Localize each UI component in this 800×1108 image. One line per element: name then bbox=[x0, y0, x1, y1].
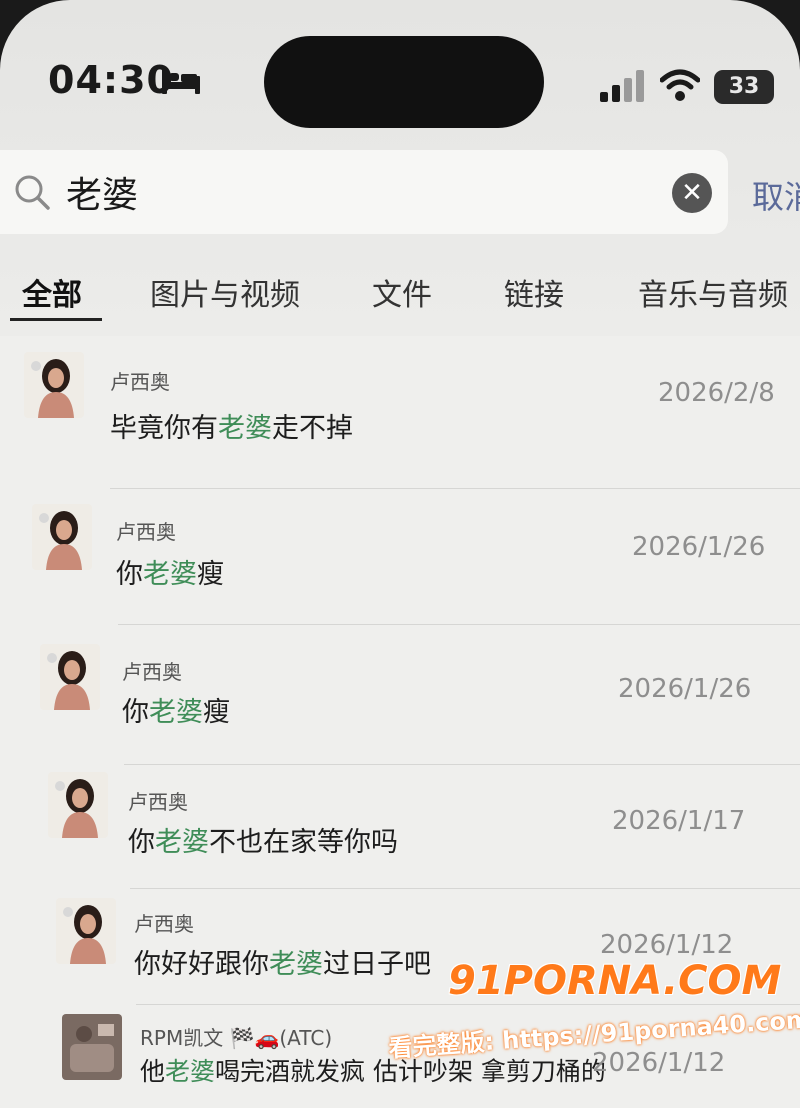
divider bbox=[118, 624, 800, 625]
avatar bbox=[32, 504, 92, 570]
message-date: 2026/2/8 bbox=[658, 378, 775, 408]
cancel-button[interactable]: 取消 bbox=[752, 172, 800, 218]
sender-name: 卢西奥 bbox=[128, 790, 188, 814]
status-time: 04:30 bbox=[48, 58, 174, 102]
sender-name: 卢西奥 bbox=[134, 912, 194, 936]
search-bar bbox=[0, 150, 728, 234]
tab-links[interactable]: 链接 bbox=[504, 270, 564, 314]
sender-name: 卢西奥 bbox=[116, 520, 176, 544]
keyword-highlight: 老婆 bbox=[218, 413, 272, 444]
message-date: 2026/1/26 bbox=[618, 674, 752, 704]
sender-name: 卢西奥 bbox=[122, 660, 182, 684]
battery-indicator: 33 bbox=[714, 70, 774, 104]
cellular-signal-icon bbox=[600, 70, 644, 102]
sender-name: 卢西奥 bbox=[110, 370, 170, 394]
message-date: 2026/1/12 bbox=[600, 930, 734, 960]
message-date: 2026/1/26 bbox=[632, 532, 766, 562]
avatar bbox=[56, 898, 116, 964]
tab-all[interactable]: 全部 bbox=[22, 270, 82, 314]
wifi-icon bbox=[660, 69, 700, 101]
search-input[interactable] bbox=[66, 164, 626, 220]
tab-photos-videos[interactable]: 图片与视频 bbox=[150, 270, 300, 314]
status-bar: 04:30 33 bbox=[0, 0, 800, 140]
tab-music-audio[interactable]: 音乐与音频 bbox=[638, 270, 788, 314]
message-date: 2026/1/12 bbox=[592, 1048, 726, 1078]
filter-tabs: 全部 图片与视频 文件 链接 音乐与音频 bbox=[0, 250, 800, 330]
avatar bbox=[24, 352, 84, 418]
sender-name: RPM凯文 🏁🚗(ATC) bbox=[140, 1026, 333, 1050]
divider bbox=[130, 888, 800, 889]
message-snippet: 他老婆喝完酒就发疯 估计吵架 拿剪刀桶的 bbox=[140, 1057, 606, 1086]
keyword-highlight: 老婆 bbox=[143, 559, 197, 590]
message-snippet: 你老婆瘦 bbox=[122, 697, 230, 728]
phone-screen: 04:30 33 ✕ 取消 bbox=[0, 0, 800, 1108]
message-snippet: 你老婆瘦 bbox=[116, 559, 224, 590]
active-tab-indicator bbox=[10, 318, 102, 321]
sleep-focus-icon bbox=[162, 68, 200, 94]
close-icon: ✕ bbox=[681, 178, 703, 208]
keyword-highlight: 老婆 bbox=[149, 697, 203, 728]
message-snippet: 毕竟你有老婆走不掉 bbox=[110, 413, 353, 444]
keyword-highlight: 老婆 bbox=[165, 1057, 216, 1086]
search-icon bbox=[15, 175, 50, 210]
avatar bbox=[40, 644, 100, 710]
keyword-highlight: 老婆 bbox=[155, 827, 209, 858]
dynamic-island bbox=[264, 36, 544, 128]
message-snippet: 你好好跟你老婆过日子吧 bbox=[134, 949, 431, 980]
keyword-highlight: 老婆 bbox=[269, 949, 323, 980]
watermark-logo: 91PORNA.COM bbox=[448, 958, 782, 1004]
tab-files[interactable]: 文件 bbox=[372, 270, 432, 314]
clear-search-button[interactable]: ✕ bbox=[672, 173, 712, 213]
avatar bbox=[62, 1014, 122, 1080]
message-date: 2026/1/17 bbox=[612, 806, 746, 836]
message-snippet: 你老婆不也在家等你吗 bbox=[128, 827, 398, 858]
avatar bbox=[48, 772, 108, 838]
divider bbox=[124, 764, 800, 765]
divider bbox=[110, 488, 800, 489]
divider bbox=[136, 1004, 800, 1005]
